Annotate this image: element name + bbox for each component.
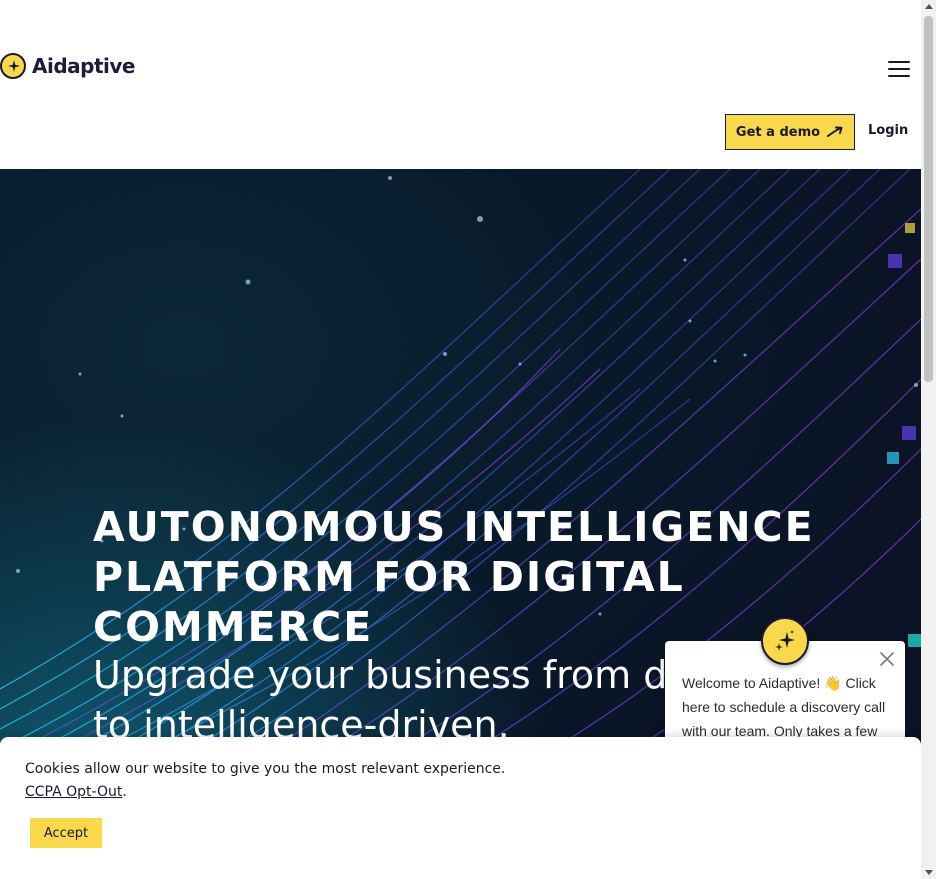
hamburger-menu-icon[interactable] (888, 61, 910, 77)
scroll-down-icon[interactable] (925, 870, 933, 875)
site-header: Aidaptive Get a demo Login (0, 0, 921, 169)
cookie-message: Cookies allow our website to give you th… (25, 761, 506, 777)
accept-cookies-button[interactable]: Accept (30, 818, 102, 848)
chat-avatar[interactable] (761, 617, 809, 665)
scroll-up-icon[interactable] (925, 4, 933, 9)
scrollbar-thumb[interactable] (924, 16, 933, 382)
login-link[interactable]: Login (868, 123, 908, 138)
logo-mark-icon (0, 53, 26, 79)
cookie-link-suffix: . (122, 784, 127, 800)
get-demo-button[interactable]: Get a demo (725, 114, 855, 150)
chat-message[interactable]: Welcome to Aidaptive! 👋 Click here to sc… (682, 671, 892, 743)
close-icon[interactable] (879, 651, 895, 667)
page-scrollbar[interactable] (921, 0, 936, 879)
ccpa-opt-out-link[interactable]: CCPA Opt-Out (25, 784, 122, 800)
brand-logo[interactable]: Aidaptive (0, 53, 135, 79)
arrow-up-right-icon (827, 126, 843, 137)
sparkle-icon (775, 630, 795, 651)
cookie-link-line: CCPA Opt-Out. (25, 784, 127, 800)
brand-name: Aidaptive (32, 54, 135, 78)
get-demo-label: Get a demo (735, 124, 821, 140)
cookie-banner: Cookies allow our website to give you th… (0, 737, 921, 879)
